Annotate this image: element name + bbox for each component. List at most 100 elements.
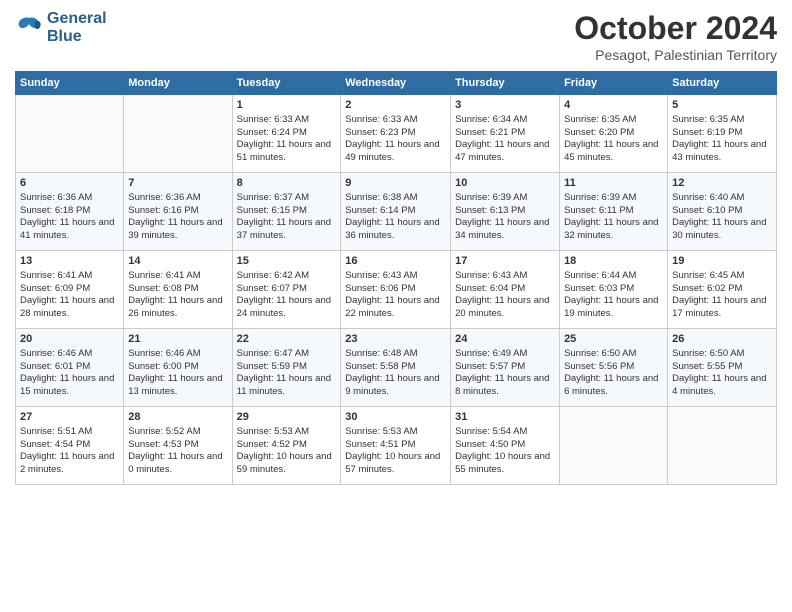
daylight-text: Daylight: 10 hours and 59 minutes. bbox=[237, 451, 337, 477]
sunset-text: Sunset: 5:58 PM bbox=[345, 361, 446, 374]
calendar-cell: 25Sunrise: 6:50 AMSunset: 5:56 PMDayligh… bbox=[560, 329, 668, 407]
sunset-text: Sunset: 5:57 PM bbox=[455, 361, 555, 374]
sunrise-text: Sunrise: 6:33 AM bbox=[237, 114, 337, 127]
daylight-text: Daylight: 11 hours and 6 minutes. bbox=[564, 373, 663, 399]
sunset-text: Sunset: 5:55 PM bbox=[672, 361, 772, 374]
day-number: 28 bbox=[128, 410, 227, 425]
daylight-text: Daylight: 11 hours and 49 minutes. bbox=[345, 139, 446, 165]
calendar-container: General Blue October 2024 Pesagot, Pales… bbox=[0, 0, 792, 612]
calendar-cell: 19Sunrise: 6:45 AMSunset: 6:02 PMDayligh… bbox=[668, 251, 777, 329]
daylight-text: Daylight: 11 hours and 47 minutes. bbox=[455, 139, 555, 165]
logo: General Blue bbox=[15, 10, 107, 45]
sunrise-text: Sunrise: 6:41 AM bbox=[128, 270, 227, 283]
daylight-text: Daylight: 11 hours and 51 minutes. bbox=[237, 139, 337, 165]
calendar-cell: 18Sunrise: 6:44 AMSunset: 6:03 PMDayligh… bbox=[560, 251, 668, 329]
logo-text: General Blue bbox=[47, 10, 107, 45]
week-row: 13Sunrise: 6:41 AMSunset: 6:09 PMDayligh… bbox=[16, 251, 777, 329]
daylight-text: Daylight: 11 hours and 45 minutes. bbox=[564, 139, 663, 165]
sunset-text: Sunset: 4:54 PM bbox=[20, 439, 119, 452]
calendar-cell: 16Sunrise: 6:43 AMSunset: 6:06 PMDayligh… bbox=[341, 251, 451, 329]
sunset-text: Sunset: 6:15 PM bbox=[237, 205, 337, 218]
calendar-cell: 13Sunrise: 6:41 AMSunset: 6:09 PMDayligh… bbox=[16, 251, 124, 329]
sunrise-text: Sunrise: 5:53 AM bbox=[345, 426, 446, 439]
sunset-text: Sunset: 6:07 PM bbox=[237, 283, 337, 296]
calendar-cell: 12Sunrise: 6:40 AMSunset: 6:10 PMDayligh… bbox=[668, 173, 777, 251]
week-row: 27Sunrise: 5:51 AMSunset: 4:54 PMDayligh… bbox=[16, 407, 777, 485]
sunset-text: Sunset: 6:04 PM bbox=[455, 283, 555, 296]
calendar-cell: 6Sunrise: 6:36 AMSunset: 6:18 PMDaylight… bbox=[16, 173, 124, 251]
sunrise-text: Sunrise: 6:44 AM bbox=[564, 270, 663, 283]
sunrise-text: Sunrise: 6:35 AM bbox=[564, 114, 663, 127]
calendar-cell: 14Sunrise: 6:41 AMSunset: 6:08 PMDayligh… bbox=[124, 251, 232, 329]
day-number: 24 bbox=[455, 332, 555, 347]
sunrise-text: Sunrise: 6:40 AM bbox=[672, 192, 772, 205]
calendar-cell: 11Sunrise: 6:39 AMSunset: 6:11 PMDayligh… bbox=[560, 173, 668, 251]
logo-icon bbox=[15, 14, 43, 42]
day-number: 14 bbox=[128, 254, 227, 269]
sunrise-text: Sunrise: 6:48 AM bbox=[345, 348, 446, 361]
day-number: 17 bbox=[455, 254, 555, 269]
day-number: 18 bbox=[564, 254, 663, 269]
day-number: 21 bbox=[128, 332, 227, 347]
daylight-text: Daylight: 11 hours and 17 minutes. bbox=[672, 295, 772, 321]
sunrise-text: Sunrise: 6:43 AM bbox=[455, 270, 555, 283]
sunrise-text: Sunrise: 6:45 AM bbox=[672, 270, 772, 283]
calendar-cell: 27Sunrise: 5:51 AMSunset: 4:54 PMDayligh… bbox=[16, 407, 124, 485]
calendar-cell: 21Sunrise: 6:46 AMSunset: 6:00 PMDayligh… bbox=[124, 329, 232, 407]
daylight-text: Daylight: 11 hours and 43 minutes. bbox=[672, 139, 772, 165]
sunset-text: Sunset: 6:09 PM bbox=[20, 283, 119, 296]
daylight-text: Daylight: 11 hours and 13 minutes. bbox=[128, 373, 227, 399]
calendar-cell: 26Sunrise: 6:50 AMSunset: 5:55 PMDayligh… bbox=[668, 329, 777, 407]
location: Pesagot, Palestinian Territory bbox=[574, 47, 777, 63]
sunset-text: Sunset: 6:01 PM bbox=[20, 361, 119, 374]
sunrise-text: Sunrise: 6:36 AM bbox=[128, 192, 227, 205]
day-number: 6 bbox=[20, 176, 119, 191]
title-section: October 2024 Pesagot, Palestinian Territ… bbox=[574, 10, 777, 63]
daylight-text: Daylight: 11 hours and 34 minutes. bbox=[455, 217, 555, 243]
sunset-text: Sunset: 6:02 PM bbox=[672, 283, 772, 296]
sunrise-text: Sunrise: 6:50 AM bbox=[564, 348, 663, 361]
sunrise-text: Sunrise: 5:51 AM bbox=[20, 426, 119, 439]
calendar-cell: 20Sunrise: 6:46 AMSunset: 6:01 PMDayligh… bbox=[16, 329, 124, 407]
sunrise-text: Sunrise: 5:53 AM bbox=[237, 426, 337, 439]
daylight-text: Daylight: 11 hours and 39 minutes. bbox=[128, 217, 227, 243]
week-row: 1Sunrise: 6:33 AMSunset: 6:24 PMDaylight… bbox=[16, 95, 777, 173]
sunrise-text: Sunrise: 6:33 AM bbox=[345, 114, 446, 127]
sunrise-text: Sunrise: 6:50 AM bbox=[672, 348, 772, 361]
calendar-table: SundayMondayTuesdayWednesdayThursdayFrid… bbox=[15, 71, 777, 485]
calendar-cell: 30Sunrise: 5:53 AMSunset: 4:51 PMDayligh… bbox=[341, 407, 451, 485]
sunset-text: Sunset: 6:11 PM bbox=[564, 205, 663, 218]
daylight-text: Daylight: 11 hours and 22 minutes. bbox=[345, 295, 446, 321]
sunset-text: Sunset: 5:59 PM bbox=[237, 361, 337, 374]
calendar-cell bbox=[124, 95, 232, 173]
week-row: 6Sunrise: 6:36 AMSunset: 6:18 PMDaylight… bbox=[16, 173, 777, 251]
sunset-text: Sunset: 6:20 PM bbox=[564, 127, 663, 140]
day-number: 10 bbox=[455, 176, 555, 191]
day-header-thursday: Thursday bbox=[451, 72, 560, 95]
day-number: 5 bbox=[672, 98, 772, 113]
day-number: 12 bbox=[672, 176, 772, 191]
sunset-text: Sunset: 6:13 PM bbox=[455, 205, 555, 218]
calendar-cell: 3Sunrise: 6:34 AMSunset: 6:21 PMDaylight… bbox=[451, 95, 560, 173]
sunrise-text: Sunrise: 6:47 AM bbox=[237, 348, 337, 361]
day-header-sunday: Sunday bbox=[16, 72, 124, 95]
calendar-cell: 5Sunrise: 6:35 AMSunset: 6:19 PMDaylight… bbox=[668, 95, 777, 173]
calendar-cell: 1Sunrise: 6:33 AMSunset: 6:24 PMDaylight… bbox=[232, 95, 341, 173]
sunset-text: Sunset: 6:10 PM bbox=[672, 205, 772, 218]
calendar-cell bbox=[16, 95, 124, 173]
day-number: 3 bbox=[455, 98, 555, 113]
calendar-cell: 2Sunrise: 6:33 AMSunset: 6:23 PMDaylight… bbox=[341, 95, 451, 173]
day-header-tuesday: Tuesday bbox=[232, 72, 341, 95]
calendar-cell bbox=[560, 407, 668, 485]
sunrise-text: Sunrise: 5:52 AM bbox=[128, 426, 227, 439]
header-row: SundayMondayTuesdayWednesdayThursdayFrid… bbox=[16, 72, 777, 95]
sunset-text: Sunset: 6:21 PM bbox=[455, 127, 555, 140]
calendar-cell: 17Sunrise: 6:43 AMSunset: 6:04 PMDayligh… bbox=[451, 251, 560, 329]
sunrise-text: Sunrise: 6:41 AM bbox=[20, 270, 119, 283]
daylight-text: Daylight: 11 hours and 0 minutes. bbox=[128, 451, 227, 477]
sunrise-text: Sunrise: 6:36 AM bbox=[20, 192, 119, 205]
sunrise-text: Sunrise: 6:46 AM bbox=[20, 348, 119, 361]
calendar-cell: 28Sunrise: 5:52 AMSunset: 4:53 PMDayligh… bbox=[124, 407, 232, 485]
daylight-text: Daylight: 11 hours and 36 minutes. bbox=[345, 217, 446, 243]
sunset-text: Sunset: 4:50 PM bbox=[455, 439, 555, 452]
